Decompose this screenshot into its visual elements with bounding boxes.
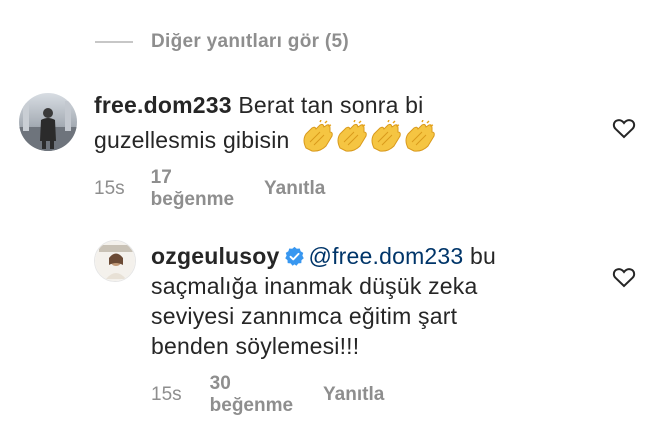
verified-badge-icon [284, 246, 304, 266]
comment-text-line: saçmalığa inanmak düşük zeka [151, 273, 478, 299]
view-more-replies-label: Diğer yanıtları gör (5) [151, 31, 349, 52]
avatar-photo-icon [95, 241, 135, 281]
emoji-group [300, 119, 440, 161]
reply-button[interactable]: Yanıtla [323, 384, 384, 406]
comment-text-line: bu [470, 243, 496, 269]
comment-time: 15s [151, 384, 182, 405]
avatar[interactable] [19, 93, 77, 151]
mention-link[interactable]: @free.dom233 [309, 243, 464, 269]
comment-username[interactable]: ozgeulusoy [151, 243, 280, 269]
comment-text-line: seviyesi zannımca eğitim şart [151, 303, 458, 329]
comment-username[interactable]: free.dom233 [94, 92, 232, 118]
comment-text-line: Berat tan sonra bi [238, 92, 424, 118]
comment-likes-count[interactable]: 17 beğenme [151, 167, 234, 211]
comment-meta: 15s 17 beğenme Yanıtla [94, 167, 325, 211]
view-more-replies-button[interactable]: Diğer yanıtları gör (5) [95, 26, 349, 58]
comment-time: 15s [94, 178, 125, 199]
comment-likes-count[interactable]: 30 beğenme [210, 373, 293, 417]
like-heart-icon[interactable] [612, 117, 636, 139]
comment-text-line: guzellesmis gibisin [94, 127, 290, 153]
comment-text: free.dom233 Berat tan sonra bi guzellesm… [94, 90, 594, 161]
avatar-photo-icon [19, 93, 77, 151]
avatar[interactable] [94, 240, 136, 282]
reply-button[interactable]: Yanıtla [264, 178, 325, 200]
like-heart-icon[interactable] [612, 266, 636, 288]
clapping-hands-icon [303, 119, 436, 152]
comment-text-line: benden söylemesi!!! [151, 333, 360, 359]
comment-meta: 15s 30 beğenme Yanıtla [151, 373, 384, 417]
replies-divider-line [95, 41, 133, 43]
comment-text: ozgeulusoy @free.dom233 bu saçmalığa ina… [151, 241, 591, 361]
